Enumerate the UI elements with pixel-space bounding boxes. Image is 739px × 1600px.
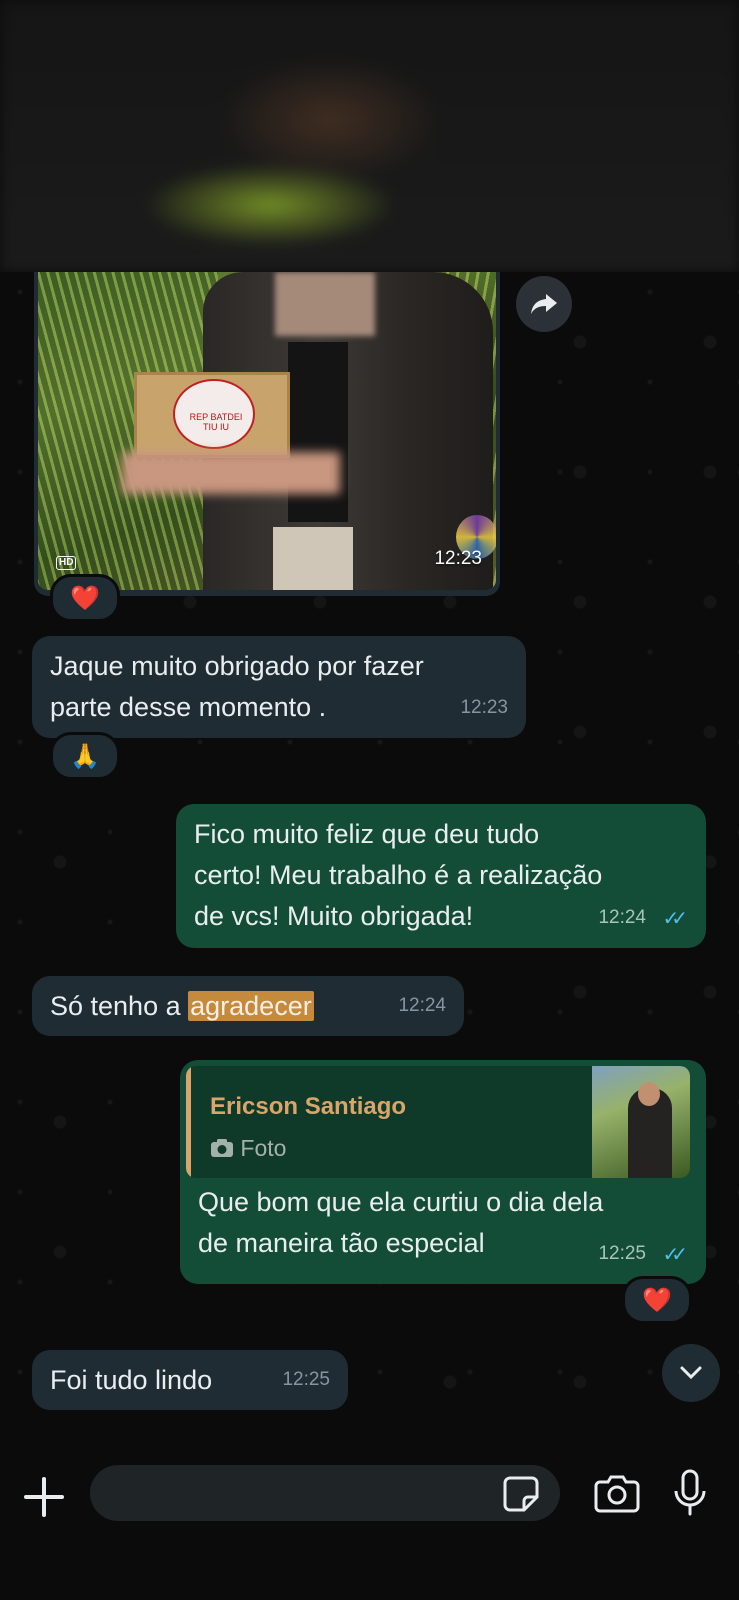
thumb-face: [638, 1082, 660, 1106]
quote-thumbnail: [592, 1066, 690, 1178]
composer-bar: [0, 1447, 739, 1600]
quoted-message[interactable]: Ericson Santiago Foto: [186, 1066, 690, 1178]
blurred-video-header: [0, 0, 739, 272]
blurred-face: [275, 272, 375, 336]
message-text: Jaque muito obrigado por fazer: [50, 651, 424, 681]
message-text-block: Que bom que ela curtiu o dia dela de man…: [198, 1182, 603, 1264]
quote-bar: [186, 1066, 191, 1178]
message-time: 12:25: [282, 1369, 330, 1390]
quote-type: Foto: [210, 1128, 286, 1169]
message-time: 12:24: [598, 907, 646, 928]
reaction-heart[interactable]: ❤️: [622, 1276, 692, 1324]
quote-author: Ericson Santiago: [210, 1093, 407, 1120]
message-time: 12:24: [398, 995, 446, 1016]
quote-type-label: Foto: [240, 1135, 287, 1161]
message-bubble-incoming[interactable]: Só tenho a agradecer 12:24: [32, 976, 464, 1036]
camera-icon: [211, 1139, 233, 1157]
plus-icon[interactable]: [24, 1477, 64, 1517]
message-text: parte desse momento .: [50, 692, 327, 722]
search-highlight: agradecer: [188, 991, 314, 1021]
photo-shirt: [288, 342, 348, 522]
message-text: Só tenho a: [50, 991, 189, 1021]
message-time: 12:23: [460, 697, 508, 718]
message-text: de maneira tão especial: [198, 1228, 485, 1258]
message-input[interactable]: [90, 1465, 560, 1521]
chevron-down-icon: [680, 1366, 702, 1380]
forward-arrow-icon: [531, 294, 557, 314]
message-bubble-incoming[interactable]: Jaque muito obrigado por fazer parte des…: [32, 636, 526, 738]
message-time: 12:25: [598, 1243, 646, 1264]
read-ticks-icon: ✓✓: [662, 908, 687, 930]
message-text: Que bom que ela curtiu o dia dela: [198, 1187, 604, 1217]
scroll-to-bottom-button[interactable]: [662, 1344, 720, 1402]
photo-pants: [273, 527, 353, 590]
message-text: Fico muito feliz que deu tudo: [194, 819, 540, 849]
message-bubble-outgoing-reply[interactable]: Ericson Santiago Foto Que bom que ela cu…: [180, 1060, 706, 1284]
message-time: 12:23: [434, 548, 482, 569]
hd-badge: HD: [56, 556, 77, 570]
sticker-icon[interactable]: [502, 1475, 540, 1513]
message-bubble-incoming[interactable]: Foi tudo lindo 12:25: [32, 1350, 348, 1410]
message-text: certo! Meu trabalho é a realização: [194, 860, 603, 890]
camera-icon[interactable]: [594, 1473, 640, 1513]
forward-button[interactable]: [516, 276, 572, 332]
read-ticks-icon: ✓✓: [662, 1244, 687, 1266]
reaction-pray[interactable]: 🙏: [50, 732, 120, 780]
reaction-heart[interactable]: ❤️: [50, 574, 120, 622]
blurred-name: [122, 452, 340, 494]
cake-text: REP BATDEI TIU IU: [189, 412, 243, 432]
chat-area[interactable]: REP BATDEI TIU IU HD 12:23 ❤️ Jaque muit…: [0, 272, 739, 1447]
message-bubble-outgoing[interactable]: Fico muito feliz que deu tudo certo! Meu…: [176, 804, 706, 948]
photo-message[interactable]: REP BATDEI TIU IU HD 12:23: [34, 272, 500, 596]
microphone-icon[interactable]: [672, 1469, 708, 1517]
message-text: Foi tudo lindo: [50, 1365, 213, 1395]
photo-image[interactable]: REP BATDEI TIU IU HD 12:23: [38, 272, 496, 590]
